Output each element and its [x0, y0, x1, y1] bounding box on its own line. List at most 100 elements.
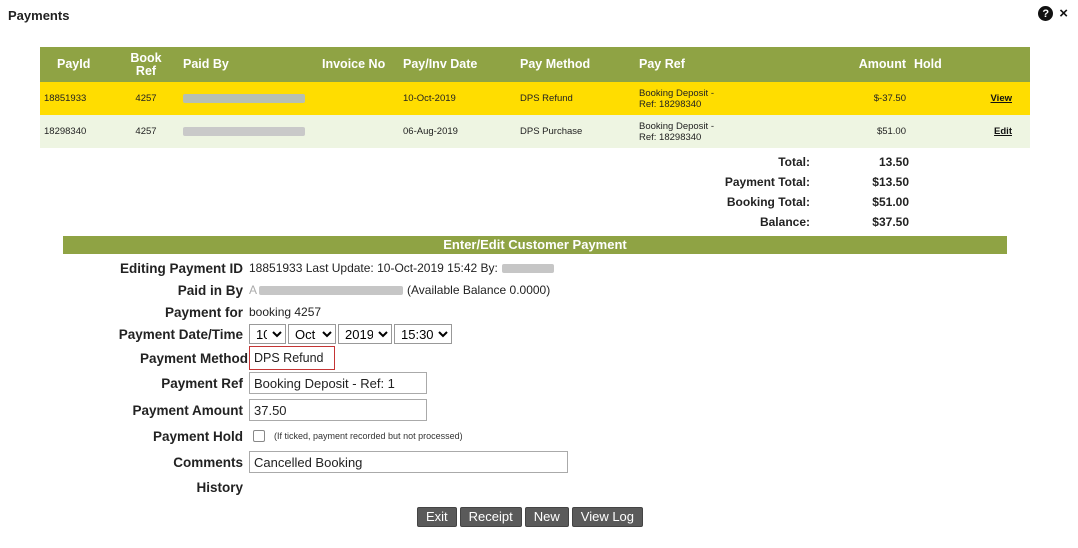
cell-method: DPS Refund: [516, 82, 635, 115]
month-select[interactable]: Oct: [288, 324, 336, 344]
cell-pay-id: 18298340: [40, 115, 113, 148]
editing-label: Editing Payment ID: [119, 260, 243, 276]
amount-row: Payment Amount: [0, 399, 427, 421]
payment-amount-input[interactable]: [249, 399, 427, 421]
close-icon[interactable]: ×: [1059, 6, 1068, 21]
cell-book-ref: 4257: [113, 82, 179, 115]
table-header-row: PayId Book Ref Paid By Invoice No Pay/In…: [40, 47, 1030, 82]
history-label: History: [196, 479, 243, 495]
year-select[interactable]: 2019: [338, 324, 392, 344]
cell-pay-id: 18851933: [40, 82, 113, 115]
redacted-user: [501, 263, 554, 273]
payment-for-label: Payment for: [164, 304, 243, 320]
method-row: Payment Method DPS Refund: [0, 346, 335, 370]
payment-ref-input[interactable]: [249, 372, 427, 394]
col-header-action: [960, 47, 1030, 82]
payments-table: PayId Book Ref Paid By Invoice No Pay/In…: [40, 47, 1030, 148]
hold-label: Payment Hold: [152, 428, 243, 444]
pay-ref-line1: Booking Deposit -: [639, 120, 714, 132]
edit-link[interactable]: Edit: [994, 126, 1012, 137]
section-title: Enter/Edit Customer Payment: [63, 236, 1007, 254]
payment-method-field[interactable]: DPS Refund: [249, 346, 335, 370]
cell-date: 06-Aug-2019: [399, 115, 516, 148]
total-value: 13.50: [878, 155, 909, 169]
paid-in-by-value: A (Available Balance 0.0000): [249, 283, 550, 297]
cell-invoice-no: [318, 115, 399, 148]
booking-total-label: Booking Total:: [726, 195, 810, 209]
pay-ref-line1: Booking Deposit -: [639, 87, 714, 99]
editing-value: 18851933 Last Update: 10-Oct-2019 15:42 …: [249, 261, 498, 275]
method-label: Payment Method: [139, 350, 248, 366]
dialog-title: Payments: [8, 8, 70, 23]
comments-label: Comments: [173, 454, 243, 470]
cell-action: View: [960, 82, 1030, 115]
time-select[interactable]: 15:30: [394, 324, 452, 344]
cell-book-ref: 4257: [113, 115, 179, 148]
cell-hold: [910, 82, 960, 115]
title-icons: ? ×: [1038, 6, 1068, 21]
view-link[interactable]: View: [991, 93, 1012, 104]
table-row[interactable]: 18851933 4257 10-Oct-2019 DPS Refund Boo…: [40, 82, 1030, 115]
col-header-hold[interactable]: Hold: [910, 47, 960, 82]
payment-hold-checkbox[interactable]: [253, 430, 265, 442]
help-icon[interactable]: ?: [1038, 6, 1054, 21]
col-header-paid-by[interactable]: Paid By: [179, 47, 318, 82]
amount-label: Payment Amount: [132, 402, 243, 418]
paid-in-by-row: Paid in By A (Available Balance 0.0000): [0, 279, 551, 301]
cell-pay-ref: Booking Deposit - Ref: 18298340: [635, 115, 757, 148]
cell-amount: $51.00: [757, 115, 910, 148]
pay-ref-line2: Ref: 18298340: [639, 98, 702, 110]
balance-row: Balance: $37.50: [620, 212, 920, 232]
ref-row: Payment Ref: [0, 372, 427, 394]
balance-label: Balance:: [759, 215, 810, 229]
total-row: Total: 13.50: [620, 152, 920, 172]
editing-value-wrap: 18851933 Last Update: 10-Oct-2019 15:42 …: [249, 261, 554, 275]
hold-row: Payment Hold (If ticked, payment recorde…: [0, 425, 463, 447]
button-bar: Exit Receipt New View Log: [417, 507, 644, 527]
exit-button[interactable]: Exit: [417, 507, 457, 527]
cell-date: 10-Oct-2019: [399, 82, 516, 115]
col-header-book-ref[interactable]: Book Ref: [113, 47, 179, 82]
available-balance: (Available Balance 0.0000): [407, 283, 551, 297]
totals-block: Total: 13.50 Payment Total: $13.50 Booking…: [620, 152, 920, 232]
cell-hold: [910, 115, 960, 148]
cell-invoice-no: [318, 82, 399, 115]
cell-method: DPS Purchase: [516, 115, 635, 148]
col-header-book-ref-label: Book Ref: [130, 50, 162, 78]
cell-pay-ref: Booking Deposit - Ref: 18298340: [635, 82, 757, 115]
col-header-date[interactable]: Pay/Inv Date: [399, 47, 516, 82]
comments-input[interactable]: [249, 451, 568, 473]
payment-total-row: Payment Total: $13.50: [620, 172, 920, 192]
payment-for-row: Payment for booking 4257: [0, 301, 321, 323]
cell-amount: $-37.50: [757, 82, 910, 115]
booking-total-value: $51.00: [872, 195, 909, 209]
col-header-invoice-no[interactable]: Invoice No: [318, 47, 399, 82]
payment-for-value: booking 4257: [249, 305, 322, 319]
col-header-method[interactable]: Pay Method: [516, 47, 635, 82]
pay-ref-line2: Ref: 18298340: [639, 131, 702, 143]
total-label: Total:: [778, 155, 810, 169]
redacted-customer: [259, 285, 404, 295]
payment-total-label: Payment Total:: [724, 175, 810, 189]
new-button[interactable]: New: [524, 507, 569, 527]
paid-in-by-prefix: A: [249, 283, 258, 297]
booking-total-row: Booking Total: $51.00: [620, 192, 920, 212]
table-row[interactable]: 18298340 4257 06-Aug-2019 DPS Purchase B…: [40, 115, 1030, 148]
cell-paid-by: [179, 115, 318, 148]
date-time-controls: 10 Oct 2019 15:30: [249, 324, 454, 344]
cell-action: Edit: [960, 115, 1030, 148]
payment-total-value: $13.50: [872, 175, 909, 189]
date-time-label: Payment Date/Time: [118, 326, 243, 342]
balance-value: $37.50: [872, 215, 909, 229]
history-row: History: [0, 476, 249, 498]
view-log-button[interactable]: View Log: [571, 507, 644, 527]
col-header-payid[interactable]: PayId: [40, 47, 113, 82]
day-select[interactable]: 10: [249, 324, 286, 344]
hold-note: (If ticked, payment recorded but not pro…: [274, 431, 463, 441]
comments-row: Comments: [0, 451, 568, 473]
col-header-pay-ref[interactable]: Pay Ref: [635, 47, 757, 82]
date-time-row: Payment Date/Time 10 Oct 2019 15:30: [0, 323, 454, 345]
paid-in-by-label: Paid in By: [177, 282, 243, 298]
col-header-amount[interactable]: Amount: [757, 47, 910, 82]
receipt-button[interactable]: Receipt: [459, 507, 522, 527]
